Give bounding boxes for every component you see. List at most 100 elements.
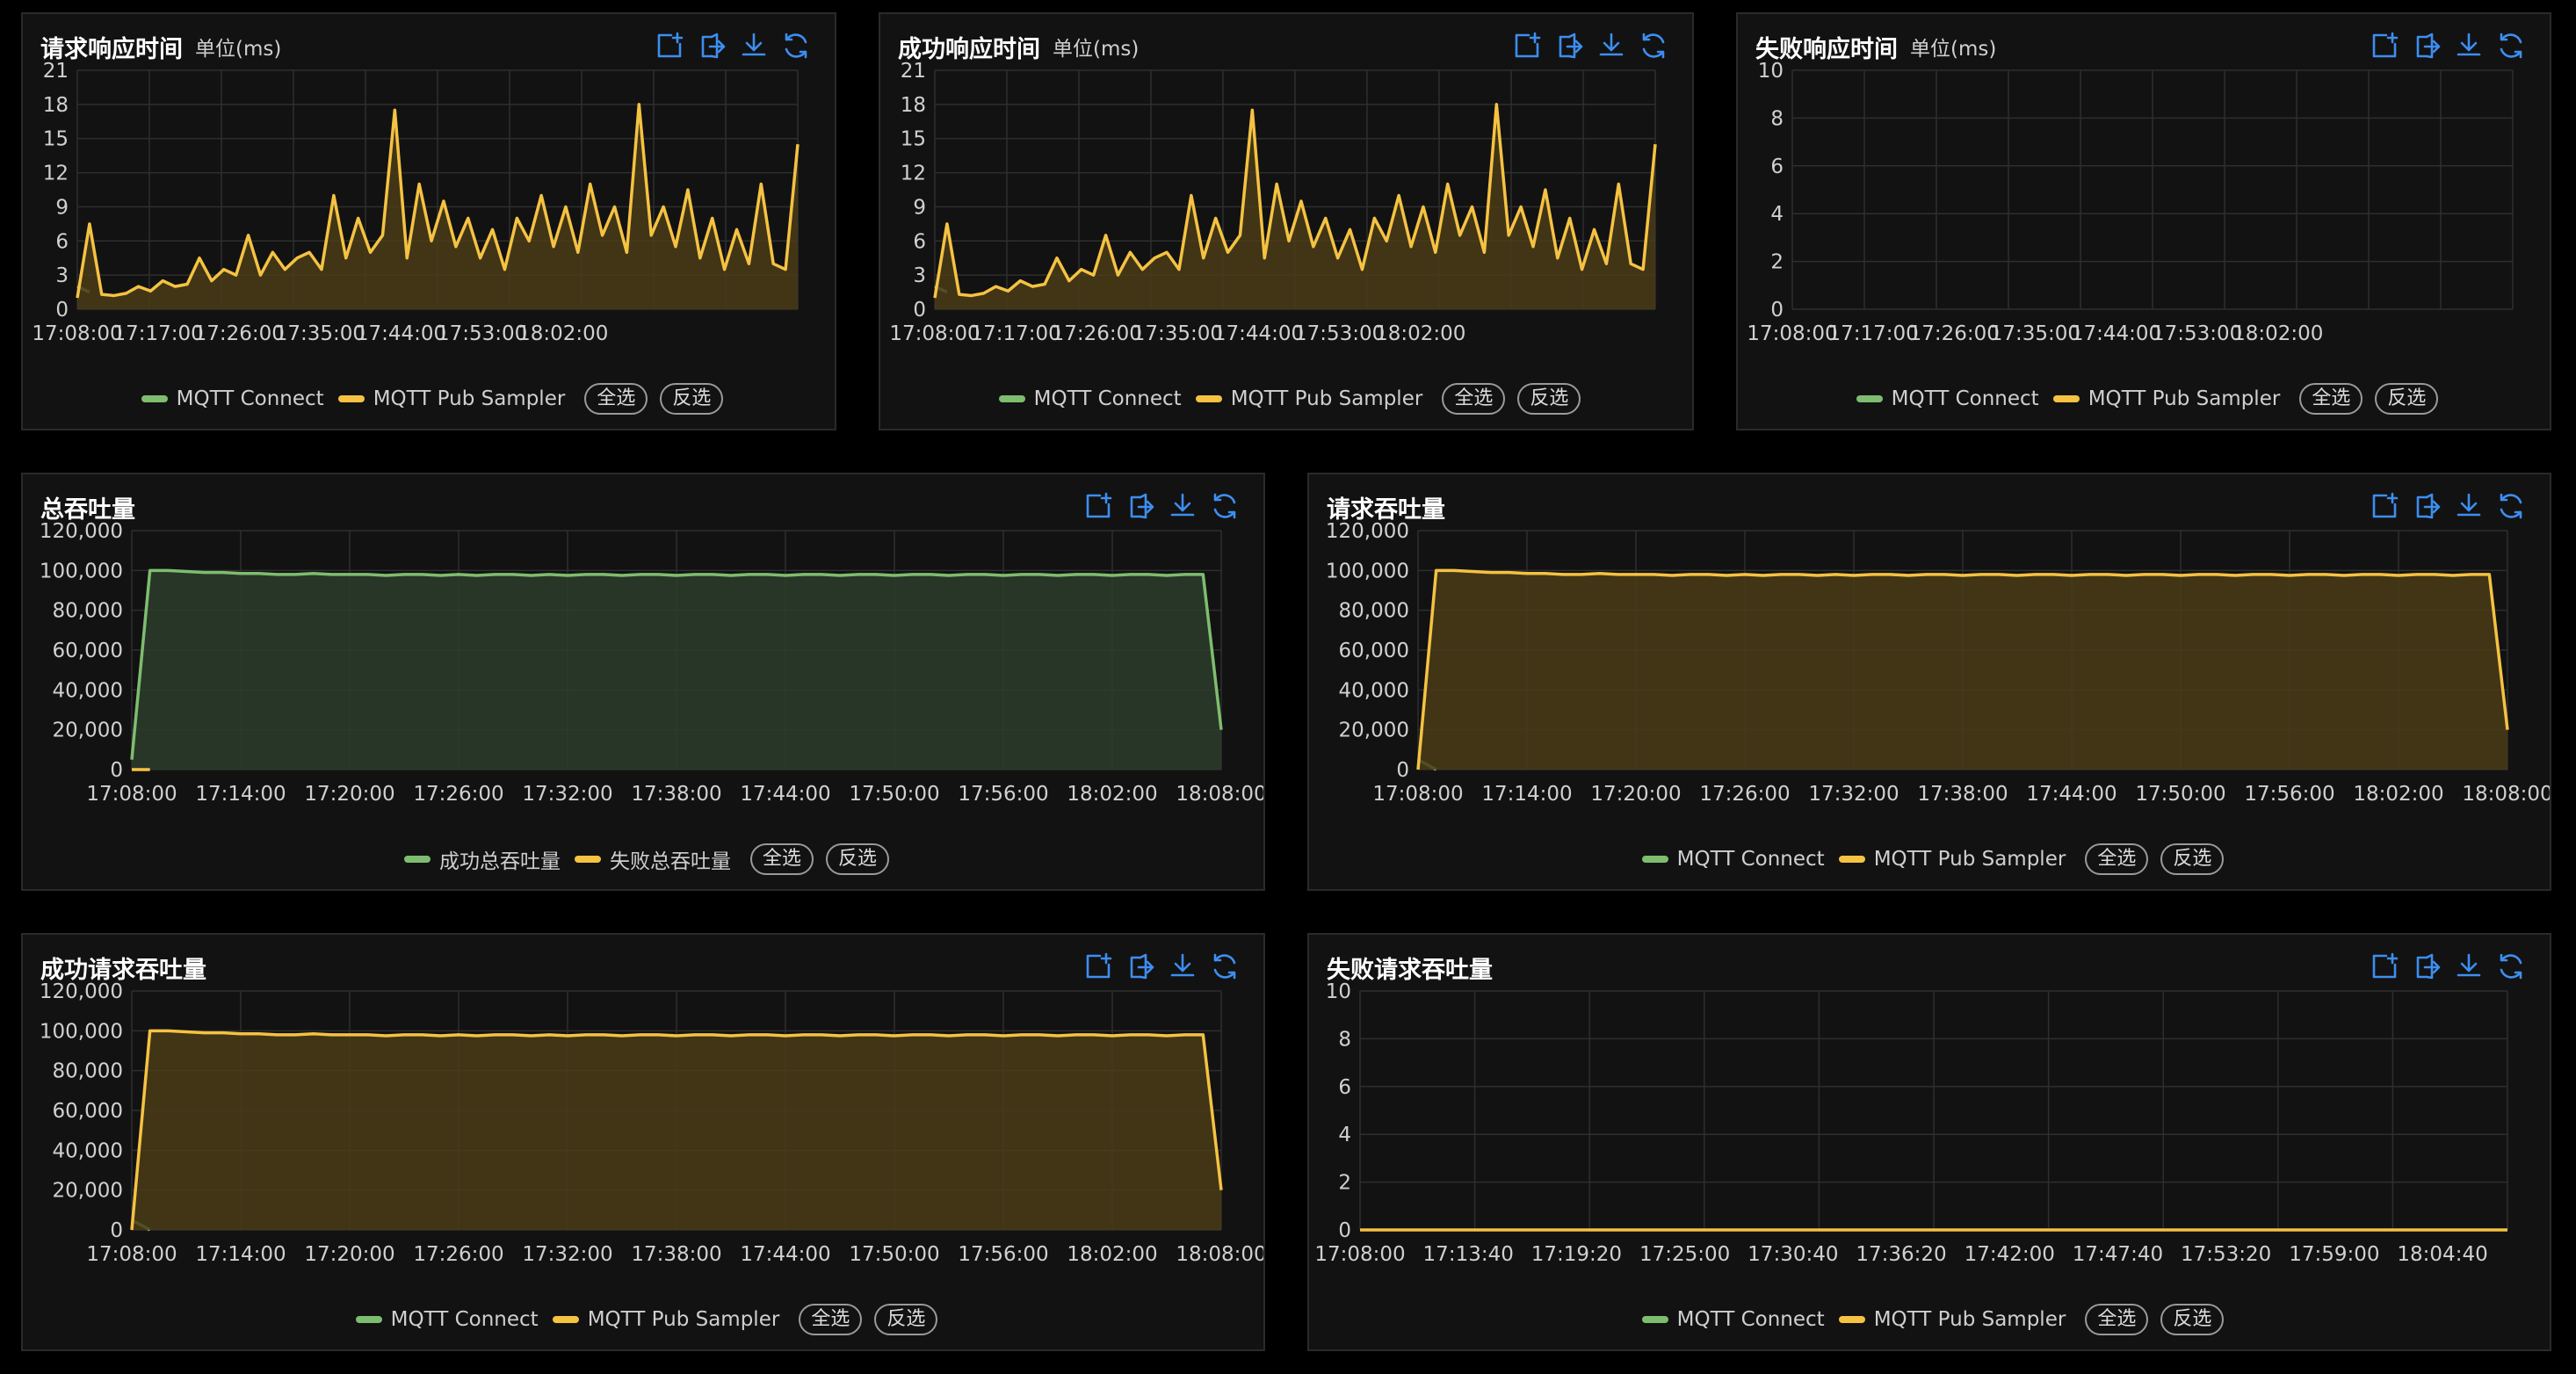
legend-item[interactable]: MQTT Pub Sampler xyxy=(337,387,566,410)
legend-item[interactable]: MQTT Connect xyxy=(141,387,324,410)
select-all-button[interactable]: 全选 xyxy=(749,843,814,875)
legend-item[interactable]: MQTT Pub Sampler xyxy=(1838,1308,2066,1331)
legend-item[interactable]: MQTT Connect xyxy=(355,1308,539,1331)
y-tick-label: 40,000 xyxy=(53,1139,123,1162)
x-tick-label: 17:35:00 xyxy=(275,322,365,345)
x-tick-label: 17:17:00 xyxy=(1827,322,1918,345)
y-tick-label: 0 xyxy=(55,299,69,322)
x-tick-label: 17:26:00 xyxy=(413,783,503,806)
legend-swatch xyxy=(1838,856,1865,863)
select-all-button[interactable]: 全选 xyxy=(584,383,648,415)
legend-item[interactable]: 失败总吞吐量 xyxy=(574,844,731,874)
x-tick-label: 17:44:00 xyxy=(740,783,830,806)
x-tick-label: 17:30:40 xyxy=(1747,1243,1838,1266)
y-tick-label: 8 xyxy=(1770,107,1784,130)
x-tick-label: 17:32:00 xyxy=(522,1243,612,1266)
x-tick-label: 17:44:00 xyxy=(740,1243,830,1266)
x-tick-label: 17:44:00 xyxy=(2071,322,2161,345)
chart-canvas: 0 3 6 9 12 15 18 21 17:08:0017:17:0017:26:0017:3… xyxy=(32,60,800,345)
y-tick-label: 18 xyxy=(43,94,69,117)
invert-selection-button[interactable]: 反选 xyxy=(660,383,724,415)
y-tick-label: 80,000 xyxy=(53,1060,123,1083)
x-tick-label: 17:08:00 xyxy=(86,1243,177,1266)
chart-legend: MQTT Connect MQTT Pub Sampler 全选 反选 xyxy=(1309,1302,2550,1337)
x-tick-label: 17:32:00 xyxy=(522,783,612,806)
y-tick-label: 60,000 xyxy=(1339,640,1409,662)
x-tick-label: 17:56:00 xyxy=(2244,783,2334,806)
invert-selection-button[interactable]: 反选 xyxy=(2375,383,2439,415)
legend-swatch xyxy=(1195,395,1222,402)
x-tick-label: 17:44:00 xyxy=(1213,322,1304,345)
y-tick-label: 12 xyxy=(43,163,69,185)
y-tick-label: 12 xyxy=(901,163,926,185)
legend-label: MQTT Pub Sampler xyxy=(373,387,566,410)
x-tick-label: 18:08:00 xyxy=(1176,1243,1263,1266)
invert-selection-button[interactable]: 反选 xyxy=(1517,383,1581,415)
x-tick-label: 17:17:00 xyxy=(970,322,1060,345)
y-tick-label: 15 xyxy=(43,128,69,151)
y-tick-label: 6 xyxy=(1338,1076,1351,1099)
y-tick-label: 20,000 xyxy=(1339,720,1409,742)
x-tick-label: 17:08:00 xyxy=(1314,1243,1405,1266)
legend-label: MQTT Connect xyxy=(1033,387,1182,410)
x-tick-label: 18:08:00 xyxy=(1176,783,1263,806)
y-tick-label: 6 xyxy=(55,230,69,253)
invert-selection-button[interactable]: 反选 xyxy=(2160,1304,2225,1335)
legend-label: MQTT Connect xyxy=(1891,387,2039,410)
x-tick-label: 17:17:00 xyxy=(112,322,203,345)
legend-swatch xyxy=(355,1316,382,1323)
legend-item[interactable]: MQTT Connect xyxy=(998,387,1182,410)
x-tick-label: 18:02:00 xyxy=(517,322,608,345)
legend-item[interactable]: MQTT Connect xyxy=(1641,848,1825,871)
legend-item[interactable]: MQTT Pub Sampler xyxy=(1838,848,2066,871)
y-tick-label: 80,000 xyxy=(1339,600,1409,623)
y-tick-label: 2 xyxy=(1770,251,1784,274)
legend-swatch xyxy=(2052,395,2080,402)
x-tick-label: 17:20:00 xyxy=(1590,783,1681,806)
chart-legend: MQTT Connect MQTT Pub Sampler 全选 反选 xyxy=(880,381,1692,416)
x-tick-label: 18:02:00 xyxy=(1375,322,1465,345)
y-tick-label: 0 xyxy=(110,759,123,782)
x-tick-label: 17:42:00 xyxy=(1965,1243,2055,1266)
select-all-button[interactable]: 全选 xyxy=(2085,1304,2149,1335)
y-tick-label: 9 xyxy=(55,196,69,219)
legend-item[interactable]: MQTT Pub Sampler xyxy=(1195,387,1422,410)
y-tick-label: 21 xyxy=(43,60,69,83)
x-tick-label: 17:20:00 xyxy=(304,783,394,806)
legend-item[interactable]: MQTT Connect xyxy=(1641,1308,1825,1331)
y-tick-label: 120,000 xyxy=(40,520,123,543)
legend-item[interactable]: MQTT Pub Sampler xyxy=(2052,387,2280,410)
legend-label: MQTT Connect xyxy=(1676,1308,1825,1331)
chart-panel-req-tp: 请求吞吐量 0 20,000 40,000 60,000 80,000 100,000 120… xyxy=(1307,473,2551,891)
x-tick-label: 17:26:00 xyxy=(1052,322,1142,345)
x-tick-label: 18:02:00 xyxy=(2232,322,2323,345)
legend-label: MQTT Pub Sampler xyxy=(1873,848,2066,871)
invert-selection-button[interactable]: 反选 xyxy=(874,1304,938,1335)
select-all-button[interactable]: 全选 xyxy=(799,1304,863,1335)
invert-selection-button[interactable]: 反选 xyxy=(826,843,890,875)
legend-item[interactable]: MQTT Connect xyxy=(1856,387,2039,410)
x-tick-label: 17:36:20 xyxy=(1856,1243,1946,1266)
y-tick-label: 80,000 xyxy=(53,600,123,623)
y-tick-label: 60,000 xyxy=(53,640,123,662)
x-tick-label: 18:08:00 xyxy=(2462,783,2550,806)
chart-legend: MQTT Connect MQTT Pub Sampler 全选 反选 xyxy=(23,1302,1263,1337)
legend-item[interactable]: 成功总吞吐量 xyxy=(403,844,561,874)
y-tick-label: 40,000 xyxy=(53,679,123,702)
series-area xyxy=(1418,570,2507,770)
y-tick-label: 0 xyxy=(1396,759,1409,782)
legend-item[interactable]: MQTT Pub Sampler xyxy=(552,1308,779,1331)
legend-label: MQTT Connect xyxy=(1676,848,1825,871)
y-tick-label: 120,000 xyxy=(1326,520,1409,543)
invert-selection-button[interactable]: 反选 xyxy=(2160,843,2225,875)
x-tick-label: 17:59:00 xyxy=(2289,1243,2379,1266)
chart-canvas: 0 3 6 9 12 15 18 21 17:08:0017:17:0017:26:0017:3… xyxy=(889,60,1657,345)
y-tick-label: 100,000 xyxy=(1326,560,1409,582)
select-all-button[interactable]: 全选 xyxy=(2085,843,2149,875)
y-tick-label: 0 xyxy=(110,1219,123,1242)
legend-swatch xyxy=(403,856,431,863)
select-all-button[interactable]: 全选 xyxy=(1442,383,1506,415)
y-tick-label: 20,000 xyxy=(53,1180,123,1203)
y-tick-label: 2 xyxy=(1338,1172,1351,1195)
select-all-button[interactable]: 全选 xyxy=(2299,383,2363,415)
